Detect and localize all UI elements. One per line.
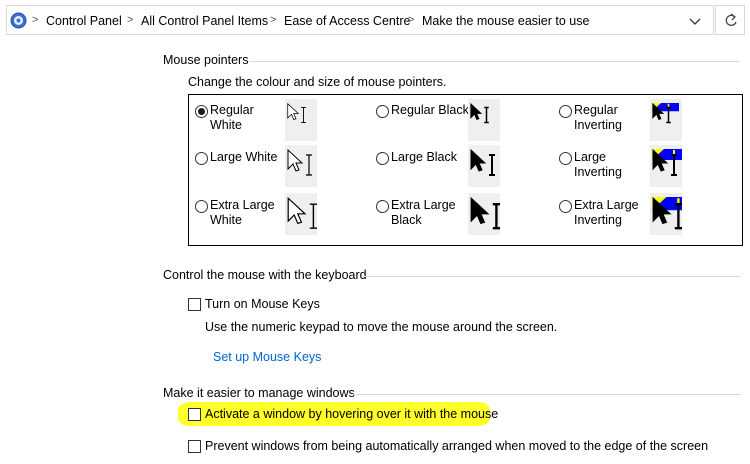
setup-mouse-keys-link[interactable]: Set up Mouse Keys — [213, 350, 321, 364]
cursor-preview-icon — [285, 99, 317, 141]
cursor-preview-icon — [468, 99, 500, 141]
pointer-option-label[interactable]: Large White — [210, 150, 277, 165]
section-heading: Make it easier to manage windows — [163, 386, 355, 400]
divider — [249, 61, 739, 62]
cursor-preview-icon — [285, 145, 317, 187]
pointer-radio[interactable] — [559, 105, 572, 118]
breadcrumb-separator: > — [270, 14, 277, 26]
pointer-radio[interactable] — [195, 152, 208, 165]
breadcrumb-all-items[interactable]: All Control Panel Items — [141, 14, 268, 28]
pointer-option-label[interactable]: Regular White — [210, 103, 254, 133]
refresh-icon — [725, 13, 737, 26]
breadcrumb-current-page[interactable]: Make the mouse easier to use — [422, 14, 589, 28]
pointer-scheme-group: Regular White Regular Black Regular Invert… — [188, 94, 743, 246]
prevent-arrange-checkbox[interactable] — [188, 440, 201, 453]
hover-activate-checkbox[interactable] — [188, 408, 201, 421]
pointer-option-label[interactable]: Extra Large Black — [391, 198, 456, 228]
hover-activate-label[interactable]: Activate a window by hovering over it wi… — [205, 407, 498, 421]
breadcrumb-control-panel[interactable]: Control Panel — [46, 14, 122, 28]
pointer-option-label[interactable]: Extra Large Inverting — [574, 198, 639, 228]
section-keyboard-mouse: Control the mouse with the keyboard — [163, 268, 741, 282]
refresh-button[interactable] — [715, 5, 745, 35]
pointer-description: Change the colour and size of mouse poin… — [188, 75, 447, 89]
pointer-option-label[interactable]: Large Black — [391, 150, 457, 165]
pointer-option-label[interactable]: Extra Large White — [210, 198, 275, 228]
pointer-radio[interactable] — [376, 200, 389, 213]
breadcrumb-separator: > — [408, 14, 415, 26]
breadcrumb-separator: > — [127, 14, 134, 26]
control-panel-icon — [10, 12, 27, 29]
pointer-radio[interactable] — [559, 200, 572, 213]
pointer-radio[interactable] — [195, 200, 208, 213]
chevron-down-icon[interactable] — [689, 15, 701, 25]
mouse-keys-checkbox[interactable] — [188, 298, 201, 311]
prevent-arrange-label[interactable]: Prevent windows from being automatically… — [205, 439, 708, 453]
pointer-option-label[interactable]: Large Inverting — [574, 150, 622, 180]
breadcrumb-ease-of-access[interactable]: Ease of Access Centre — [284, 14, 410, 28]
pointer-radio[interactable] — [376, 105, 389, 118]
address-bar[interactable]: > Control Panel > All Control Panel Item… — [6, 5, 714, 35]
section-manage-windows: Make it easier to manage windows — [163, 386, 741, 400]
cursor-preview-icon — [650, 99, 682, 141]
mouse-keys-label[interactable]: Turn on Mouse Keys — [205, 297, 320, 311]
cursor-preview-icon — [468, 145, 500, 187]
divider — [363, 276, 741, 277]
pointer-radio[interactable] — [195, 105, 208, 118]
cursor-preview-icon — [285, 193, 317, 235]
section-heading: Control the mouse with the keyboard — [163, 268, 367, 282]
pointer-option-label[interactable]: Regular Black — [391, 103, 469, 118]
cursor-preview-icon — [650, 145, 682, 187]
pointer-radio[interactable] — [376, 152, 389, 165]
breadcrumb-separator: > — [32, 14, 39, 26]
cursor-preview-icon — [650, 193, 682, 235]
section-heading: Mouse pointers — [163, 53, 249, 67]
pointer-radio[interactable] — [559, 152, 572, 165]
divider — [351, 394, 741, 395]
mouse-keys-description: Use the numeric keypad to move the mouse… — [205, 320, 558, 334]
cursor-preview-icon — [468, 193, 500, 235]
pointer-option-label[interactable]: Regular Inverting — [574, 103, 622, 133]
section-mouse-pointers: Mouse pointers — [163, 53, 739, 67]
